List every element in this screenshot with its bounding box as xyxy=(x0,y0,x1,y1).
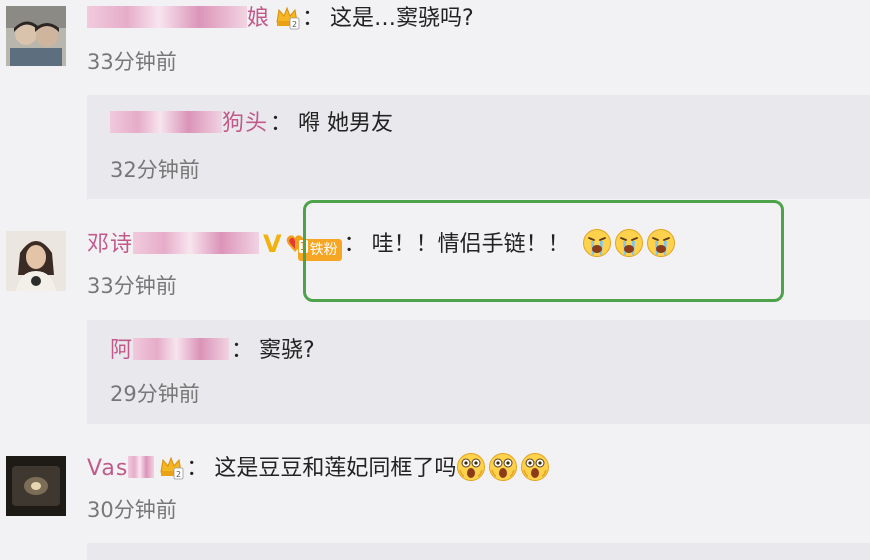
username-visible-part: 狗头 xyxy=(222,111,269,136)
shocked-emoji-icon xyxy=(456,452,486,482)
reply-username[interactable]: 阿 xyxy=(110,338,230,363)
reply-time: 32分钟前 xyxy=(110,158,200,182)
comment-time: 33分钟前 xyxy=(87,274,177,298)
username[interactable]: Vas xyxy=(87,456,155,481)
svg-text:2: 2 xyxy=(292,20,297,29)
reply-text: 窦骁? xyxy=(259,338,315,363)
shocked-emoji-icon xyxy=(520,452,550,482)
reply-box[interactable] xyxy=(87,543,870,560)
reply-time: 29分钟前 xyxy=(110,382,200,406)
comment-time: 33分钟前 xyxy=(87,50,177,74)
blurred-name xyxy=(133,232,260,254)
reply-username[interactable]: 狗头 xyxy=(110,111,268,136)
comment-line: 娘 2 ：这是…窦骁吗? xyxy=(87,4,474,34)
username-visible-part: 邓诗 xyxy=(87,232,134,257)
reply-line: 阿 ：窦骁? xyxy=(110,336,315,366)
blurred-name xyxy=(87,6,247,28)
reply-box[interactable]: 狗头：嘚 她男友 32分钟前 xyxy=(87,95,870,199)
username[interactable]: 邓诗 xyxy=(87,232,260,257)
username-visible-part: Vas xyxy=(87,456,129,481)
avatar[interactable] xyxy=(6,6,66,66)
svg-text:2: 2 xyxy=(176,470,181,479)
separator: ： xyxy=(231,338,254,363)
crown-badge-icon: 2 xyxy=(274,4,300,30)
blurred-name xyxy=(128,456,155,478)
separator: ： xyxy=(186,456,209,481)
separator: ： xyxy=(302,6,325,31)
comment-text: 这是豆豆和莲妃同框了吗 xyxy=(214,456,457,481)
comment-feed: 娘 2 ：这是…窦骁吗? 33分钟前 狗头：嘚 她男友 32分钟前 邓诗 V 1 … xyxy=(0,0,870,560)
blurred-name xyxy=(133,338,230,360)
comment-line: Vas 2 ：这是豆豆和莲妃同框了吗 xyxy=(87,452,552,484)
crown-badge-icon: 2 xyxy=(158,454,184,480)
separator: ： xyxy=(270,111,293,136)
emoji-group xyxy=(456,453,552,481)
highlight-frame xyxy=(303,200,784,302)
username-visible-part: 阿 xyxy=(110,338,134,363)
username-visible-part: 娘 xyxy=(247,6,271,31)
reply-box[interactable]: 阿 ：窦骁? 29分钟前 xyxy=(87,320,870,424)
comment-time: 30分钟前 xyxy=(87,498,177,522)
avatar[interactable] xyxy=(6,231,66,291)
verified-v-icon: V xyxy=(263,230,282,258)
comment-text: 这是…窦骁吗? xyxy=(330,6,474,31)
shocked-emoji-icon xyxy=(488,452,518,482)
username[interactable]: 娘 xyxy=(87,6,270,31)
reply-text: 嘚 她男友 xyxy=(298,111,394,136)
avatar[interactable] xyxy=(6,456,66,516)
reply-line: 狗头：嘚 她男友 xyxy=(110,109,393,139)
blurred-name xyxy=(110,111,222,133)
